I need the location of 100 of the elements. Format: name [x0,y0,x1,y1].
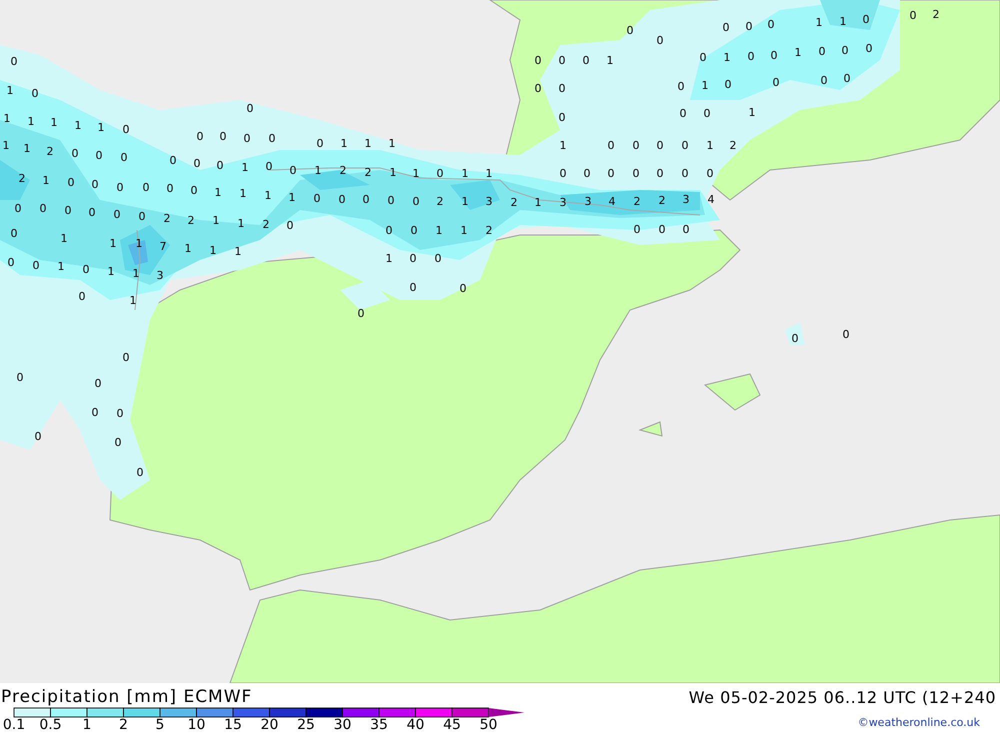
precipitation-value: 0 [136,466,144,479]
precipitation-value: 0 [632,167,640,180]
precipitation-value: 1 [264,189,272,202]
precipitation-value: 0 [194,157,200,170]
precipitation-value: 0 [626,24,634,37]
precipitation-value: 0 [558,82,566,95]
precipitation-value: 0 [10,227,18,240]
precipitation-value: 0 [436,167,444,180]
precipitation-value: 0 [114,208,120,221]
precipitation-value: 0 [632,139,640,152]
precipitation-value: 1 [560,139,566,152]
precipitation-value: 0 [32,259,40,272]
precipitation-value: 2 [164,212,170,225]
precipitation-value: 0 [746,20,752,33]
precipitation-value: 1 [606,54,614,67]
precipitation-value: 0 [314,192,320,205]
precipitation-value: 0 [560,167,566,180]
precipitation-value: 1 [340,137,348,150]
precipitation-value: 1 [462,167,468,180]
precipitation-value: 1 [706,139,714,152]
precipitation-value: 0 [120,151,128,164]
precipitation-value: 1 [132,267,140,280]
precipitation-value: 4 [608,195,616,208]
precipitation-value: 0 [170,154,176,167]
precipitation-value: 0 [434,252,442,265]
precipitation-value: 0 [820,74,828,87]
precipitation-value: 0 [866,42,872,55]
legend-label: 0.1 [2,717,26,731]
precipitation-value: 2 [436,195,444,208]
precipitation-value: 0 [78,290,86,303]
precipitation-value: 0 [724,78,732,91]
precipitation-value: 0 [558,111,566,124]
precipitation-value: 1 [58,260,64,273]
precipitation-value: 0 [190,184,198,197]
precipitation-value: 1 [748,106,756,119]
precipitation-value: 0 [842,44,848,57]
precipitation-value: 0 [768,18,774,31]
precipitation-value: 1 [50,116,58,129]
precipitation-value: 0 [114,436,122,449]
precipitation-value: 0 [658,223,666,236]
precipitation-value: 0 [584,167,590,180]
precipitation-value: 0 [680,107,686,120]
precipitation-value: 0 [910,9,916,22]
precipitation-value: 1 [242,161,248,174]
precipitation-value: 0 [88,206,96,219]
precipitation-value: 0 [116,181,124,194]
precipitation-value: 1 [136,237,142,250]
precipitation-value: 0 [534,54,542,67]
precipitation-value: 0 [386,224,392,237]
precipitation-value: 1 [98,121,104,134]
precipitation-value: 1 [214,186,222,199]
precipitation-value: 2 [510,196,518,209]
credit-link[interactable]: ©weatheronline.co.uk [858,716,980,729]
precipitation-value: 0 [358,307,364,320]
precipitation-value: 2 [188,214,194,227]
precipitation-value: 0 [82,263,90,276]
precipitation-value: 1 [4,112,10,125]
legend-label: 2 [119,717,128,731]
precipitation-value: 0 [792,332,798,345]
precipitation-value: 1 [840,15,846,28]
precipitation-value: 0 [534,82,542,95]
precipitation-value: 2 [364,166,372,179]
precipitation-value: 0 [682,139,688,152]
precipitation-value: 0 [92,406,98,419]
precipitation-value: 1 [702,79,708,92]
precipitation-value: 2 [46,145,54,158]
precipitation-value: 0 [818,45,826,58]
precipitation-value: 0 [14,202,22,215]
precipitation-value: 0 [558,54,566,67]
precipitation-value: 7 [160,240,166,253]
precipitation-value: 0 [460,282,466,295]
precipitation-value: 0 [748,50,754,63]
precipitation-value: 1 [130,294,136,307]
legend-label: 50 [480,717,498,731]
precipitation-value: 0 [286,219,294,232]
precipitation-value: 0 [410,224,418,237]
precipitation-value: 1 [794,46,802,59]
precipitation-value: 0 [608,167,614,180]
precipitation-value: 0 [244,132,250,145]
legend-label: 10 [188,717,206,731]
precipitation-value: 0 [64,204,72,217]
precipitation-value: 0 [316,137,324,150]
legend-label: 25 [297,717,315,731]
precipitation-value: 2 [658,194,666,207]
precipitation-value: 0 [216,159,224,172]
precipitation-value: 0 [10,55,18,68]
precipitation-value: 1 [110,237,116,250]
precipitation-value: 0 [634,223,640,236]
precipitation-value: 0 [138,210,146,223]
precipitation-value: 1 [462,195,468,208]
forecast-time: We 05-02-2025 06..12 UTC (12+240 [688,688,996,707]
precipitation-value: 0 [706,167,714,180]
precipitation-value: 1 [212,214,220,227]
precipitation-value: 0 [68,176,74,189]
precipitation-value: 1 [364,137,372,150]
precipitation-value: 0 [268,132,276,145]
precipitation-value: 0 [362,193,370,206]
precipitation-value: 0 [122,351,130,364]
precipitation-value: 1 [28,115,34,128]
precipitation-value: 0 [700,51,706,64]
